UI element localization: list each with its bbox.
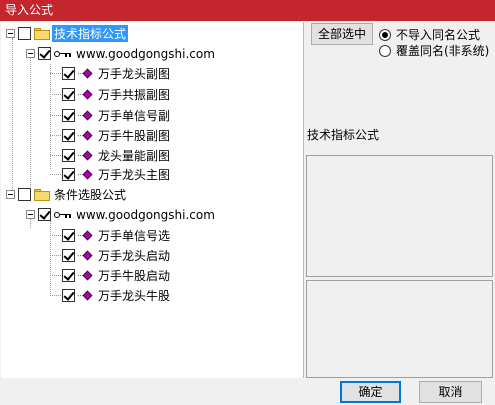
- radio-overwrite-label: 覆盖同名(非系统): [396, 44, 490, 58]
- tree-connector: [50, 220, 51, 296]
- key-icon: [54, 49, 72, 59]
- select-all-label: 全部选中: [317, 27, 366, 41]
- formula-icon: [78, 290, 94, 302]
- formula-description-panel: [306, 155, 493, 277]
- radio-skip-duplicates[interactable]: 不导入同名公式: [379, 26, 480, 43]
- tree-connector: [50, 135, 61, 136]
- radio-button-icon[interactable]: [379, 44, 391, 57]
- tree-item[interactable]: 万手牛股副图: [62, 126, 172, 145]
- formula-icon: [78, 89, 94, 101]
- ok-button[interactable]: 确定: [340, 381, 401, 403]
- tree-item[interactable]: 万手单信号选: [62, 226, 172, 245]
- item-label[interactable]: 万手共振副图: [96, 86, 172, 103]
- tree-source-site[interactable]: www.goodgongshi.com: [26, 44, 217, 63]
- collapse-icon[interactable]: [26, 210, 35, 219]
- formula-icon: [78, 110, 94, 122]
- item-label[interactable]: 万手龙头牛股: [96, 287, 172, 304]
- group-label[interactable]: 技术指标公式: [52, 25, 129, 42]
- key-icon: [54, 210, 72, 220]
- item-checkbox[interactable]: [62, 289, 75, 302]
- formula-icon: [78, 68, 94, 80]
- item-label[interactable]: 万手龙头启动: [96, 247, 172, 264]
- tree-connector: [50, 275, 61, 276]
- tree-connector: [50, 255, 61, 256]
- formula-icon: [78, 150, 94, 162]
- collapse-icon[interactable]: [6, 29, 15, 38]
- folder-icon: [34, 188, 50, 201]
- item-checkbox[interactable]: [62, 88, 75, 101]
- tree-connector: [50, 73, 61, 74]
- item-checkbox[interactable]: [62, 67, 75, 80]
- item-label[interactable]: 万手牛股副图: [96, 127, 172, 144]
- formula-icon: [78, 250, 94, 262]
- formula-preview-panel: [306, 280, 493, 378]
- formula-type-label: 技术指标公式: [307, 128, 380, 142]
- item-checkbox[interactable]: [62, 149, 75, 162]
- item-checkbox[interactable]: [62, 168, 75, 181]
- tree-connector: [50, 155, 61, 156]
- item-checkbox[interactable]: [62, 229, 75, 242]
- formula-icon: [78, 270, 94, 282]
- item-label[interactable]: 万手牛股启动: [96, 267, 172, 284]
- item-label[interactable]: 万手单信号副: [96, 107, 172, 124]
- tree-connector: [50, 174, 61, 175]
- collapse-icon[interactable]: [26, 49, 35, 58]
- item-checkbox[interactable]: [62, 129, 75, 142]
- tree-item[interactable]: 龙头量能副图: [62, 146, 172, 165]
- tree-item[interactable]: 万手龙头副图: [62, 64, 172, 83]
- item-label[interactable]: 万手龙头副图: [96, 65, 172, 82]
- radio-skip-label: 不导入同名公式: [396, 28, 481, 42]
- tree-connector: [30, 57, 31, 193]
- group-checkbox[interactable]: [18, 27, 31, 40]
- formula-tree[interactable]: 技术指标公式 www.goodgongshi.com 万手龙头副图 万手共振副图…: [1, 22, 304, 378]
- source-label[interactable]: www.goodgongshi.com: [74, 208, 217, 222]
- tree-item[interactable]: 万手单信号副: [62, 106, 172, 125]
- tree-group-stock-screening[interactable]: 条件选股公式: [6, 185, 128, 204]
- collapse-icon[interactable]: [6, 190, 15, 199]
- formula-icon: [78, 230, 94, 242]
- select-all-button[interactable]: 全部选中: [311, 23, 373, 45]
- tree-connector: [50, 295, 61, 296]
- formula-icon: [78, 169, 94, 181]
- source-checkbox[interactable]: [38, 47, 51, 60]
- formula-icon: [78, 130, 94, 142]
- radio-button-icon[interactable]: [379, 28, 391, 41]
- ok-label: 确定: [358, 385, 383, 399]
- folder-icon: [34, 27, 50, 40]
- tree-item[interactable]: 万手龙头启动: [62, 246, 172, 265]
- tree-item[interactable]: 万手牛股启动: [62, 266, 172, 285]
- cancel-label: 取消: [438, 385, 463, 399]
- tree-connector: [50, 94, 61, 95]
- tree-group-tech-indicators[interactable]: 技术指标公式: [6, 24, 129, 43]
- item-checkbox[interactable]: [62, 269, 75, 282]
- item-checkbox[interactable]: [62, 109, 75, 122]
- item-label[interactable]: 万手龙头主图: [96, 166, 172, 183]
- title-bar: 导入公式: [0, 0, 495, 21]
- source-label[interactable]: www.goodgongshi.com: [74, 47, 217, 61]
- item-label[interactable]: 龙头量能副图: [96, 147, 172, 164]
- tree-connector: [50, 235, 61, 236]
- window-title: 导入公式: [5, 3, 54, 17]
- item-checkbox[interactable]: [62, 249, 75, 262]
- tree-source-site[interactable]: www.goodgongshi.com: [26, 205, 217, 224]
- source-checkbox[interactable]: [38, 208, 51, 221]
- tree-item[interactable]: 万手共振副图: [62, 85, 172, 104]
- tree-connector: [50, 115, 61, 116]
- group-label[interactable]: 条件选股公式: [52, 186, 128, 203]
- tree-connector: [12, 38, 13, 194]
- tree-connector: [50, 64, 51, 169]
- item-label[interactable]: 万手单信号选: [96, 227, 172, 244]
- tree-item[interactable]: 万手龙头主图: [62, 165, 172, 184]
- group-checkbox[interactable]: [18, 188, 31, 201]
- cancel-button[interactable]: 取消: [419, 381, 482, 403]
- radio-overwrite-duplicates[interactable]: 覆盖同名(非系统): [379, 42, 489, 59]
- tree-item[interactable]: 万手龙头牛股: [62, 286, 172, 305]
